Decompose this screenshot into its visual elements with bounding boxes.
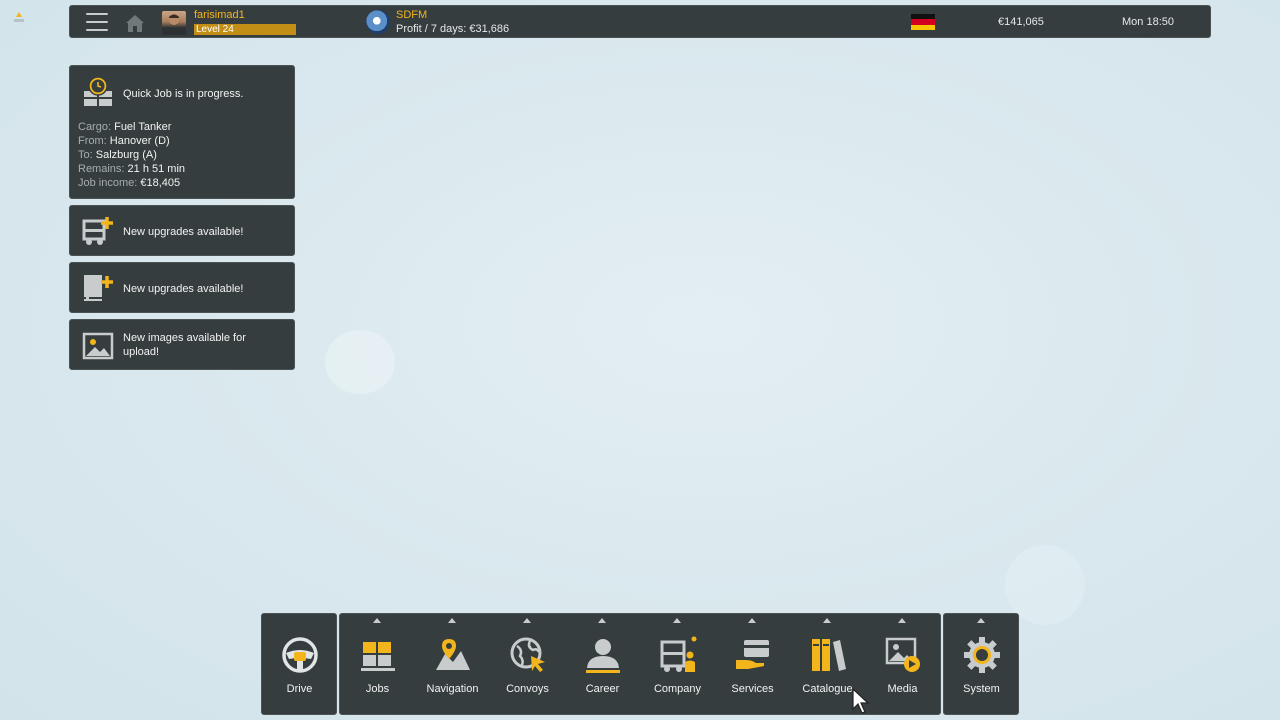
caret-up-icon [898, 618, 906, 623]
books-icon [812, 639, 846, 671]
company-name[interactable]: SDFM [396, 9, 427, 21]
drive-panel: Drive [261, 613, 337, 715]
menu-jobs[interactable]: Jobs [340, 614, 415, 714]
avatar[interactable] [162, 11, 186, 35]
income-label: Job income: [78, 177, 138, 189]
trailer-upgrades-card[interactable]: New upgrades available! [69, 262, 295, 313]
income-value: €18,405 [140, 177, 181, 189]
game-logo-icon [14, 12, 24, 22]
hamburger-icon[interactable] [86, 13, 108, 31]
cargo-value: Fuel Tanker [114, 121, 172, 133]
remains-value: 21 h 51 min [127, 163, 186, 175]
person-icon [586, 639, 620, 673]
profit-7-days: Profit / 7 days: €31,686 [396, 23, 510, 35]
caret-up-icon [748, 618, 756, 623]
menu-convoys[interactable]: Convoys [490, 614, 565, 714]
to-value: Salzburg (A) [95, 149, 157, 161]
services-card-icon [736, 640, 769, 669]
system-panel: System [943, 613, 1019, 715]
home-icon[interactable] [124, 13, 146, 33]
remains-label: Remains: [78, 163, 125, 175]
caret-up-icon [673, 618, 681, 623]
images-upload-card[interactable]: New images available for upload! [69, 319, 295, 370]
menu-label: Company [653, 683, 702, 695]
menu-label: Jobs [365, 683, 390, 695]
username[interactable]: farisimad1 [194, 9, 245, 21]
menu-drive[interactable]: Drive [262, 614, 337, 714]
caret-up-icon [977, 618, 985, 623]
company-logo-icon[interactable] [366, 10, 390, 34]
job-progress-card[interactable]: Quick Job is in progress. Cargo: Fuel Ta… [69, 65, 295, 199]
caret-up-icon [448, 618, 456, 623]
truck-person-icon [660, 636, 697, 672]
to-label: To: [78, 149, 93, 161]
caret-up-icon [598, 618, 606, 623]
menu-label: Media [887, 683, 918, 695]
top-bar: farisimad1 Level 24 SDFM Profit / 7 days… [69, 5, 1211, 38]
menu-career[interactable]: Career [565, 614, 640, 714]
trailer-upgrade-icon [84, 275, 113, 301]
truck-upgrades-card[interactable]: New upgrades available! [69, 205, 295, 256]
media-icon [885, 637, 920, 672]
images-text: New images available for upload! [123, 332, 246, 358]
map-pin-icon [436, 639, 470, 670]
account-balance: €141,065 [998, 16, 1044, 28]
cargo-label: Cargo: [78, 121, 112, 133]
from-value: Hanover (D) [109, 135, 170, 147]
steering-wheel-icon [282, 637, 318, 673]
image-upload-icon [82, 332, 114, 360]
level-bar: Level 24 [194, 24, 296, 35]
job-status-text: Quick Job is in progress. [123, 88, 244, 100]
upgrades-text: New upgrades available! [123, 226, 244, 238]
menu-label: Drive [286, 683, 313, 695]
upgrades-text: New upgrades available! [123, 283, 244, 295]
menu-label: Services [731, 683, 774, 695]
menu-label: Convoys [506, 683, 549, 695]
menu-media[interactable]: Media [865, 614, 940, 714]
menu-label: System [963, 683, 1000, 695]
menu-label: Navigation [426, 683, 479, 695]
caret-up-icon [373, 618, 381, 623]
jobs-icon [361, 642, 395, 671]
background-blur [325, 330, 395, 394]
caret-up-icon [523, 618, 531, 623]
menu-services[interactable]: Services [715, 614, 790, 714]
gear-icon [964, 637, 1000, 673]
germany-flag-icon [911, 14, 935, 31]
menu-label: Career [585, 683, 620, 695]
caret-up-icon [823, 618, 831, 623]
mouse-cursor-icon [852, 688, 870, 714]
menu-navigation[interactable]: Navigation [415, 614, 490, 714]
job-details: Cargo: Fuel Tanker From: Hanover (D) To:… [78, 120, 185, 190]
from-label: From: [78, 135, 107, 147]
menu-system[interactable]: System [944, 614, 1019, 714]
game-clock: Mon 18:50 [1122, 16, 1174, 28]
truck-upgrade-icon [82, 217, 113, 245]
globe-cursor-icon [510, 637, 545, 672]
quick-job-icon [84, 76, 112, 106]
menu-company[interactable]: Company [640, 614, 715, 714]
